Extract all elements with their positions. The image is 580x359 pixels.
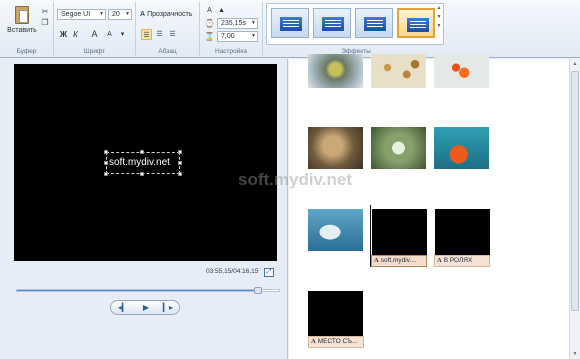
resize-handle[interactable] — [178, 172, 182, 176]
resize-handle[interactable] — [104, 172, 108, 176]
transparency-label: Прозрачность — [147, 11, 193, 18]
start-time-field[interactable]: 235,15s ▼ — [217, 18, 258, 29]
seek-thumb[interactable] — [254, 287, 263, 294]
resize-handle[interactable] — [178, 150, 182, 154]
caption-item[interactable]: A МЕСТО СЪ... — [308, 336, 364, 348]
effects-gallery — [266, 3, 444, 45]
seek-progress — [17, 290, 259, 291]
video-preview[interactable]: soft.mydiv.net — [14, 64, 277, 261]
font-size-value: 20 — [112, 11, 120, 18]
chevron-down-icon[interactable]: ▼ — [570, 351, 580, 357]
paste-icon[interactable] — [15, 6, 29, 24]
watermark-text: soft.mydiv.net — [238, 170, 352, 189]
clipboard-group: Вставить ✂ ❐ Буфер — [0, 2, 54, 56]
paste-button-label[interactable]: Вставить — [5, 27, 39, 34]
clip-thumbnail[interactable] — [434, 54, 489, 88]
caption-text: В РОЛЯХ — [443, 257, 473, 264]
transparency-icon: A — [140, 11, 146, 18]
chevron-down-icon: ▼ — [251, 33, 256, 39]
align-left-button[interactable]: ☰ — [141, 29, 152, 40]
align-center-button[interactable]: ☰ — [154, 29, 165, 40]
chevron-up-icon[interactable]: ▲ — [570, 61, 580, 67]
italic-button[interactable]: К — [70, 29, 81, 40]
background-color-icon[interactable]: A — [204, 5, 215, 16]
clipboard-group-label: Буфер — [16, 48, 37, 55]
effect-thumbnail[interactable] — [313, 8, 351, 38]
shrink-font-button[interactable]: A — [104, 29, 115, 40]
title-clip-thumbnail[interactable] — [435, 209, 490, 256]
caption-text: soft.mydiv.... — [380, 257, 417, 264]
caption-icon: A — [374, 257, 379, 264]
expand-gallery-icon[interactable]: ▼ — [435, 22, 443, 31]
caption-icon: A — [311, 338, 316, 345]
clip-thumbnail[interactable] — [308, 54, 363, 88]
playback-time: 03:55,15/04:16,15 — [206, 268, 259, 275]
caption-item[interactable]: AВ РОЛЯХ — [434, 255, 490, 267]
title-clip-thumbnail[interactable] — [308, 291, 363, 336]
font-family-select[interactable]: Segoe UI ▼ — [57, 9, 106, 20]
clip-thumbnail[interactable] — [308, 127, 363, 169]
effect-thumbnail[interactable] — [355, 8, 393, 38]
storyboard-scrollbar[interactable]: ▲ ▼ — [569, 59, 580, 359]
start-time-icon: ⌚ — [204, 19, 215, 28]
settings-group-label: Настройка — [215, 48, 247, 55]
text-color-icon[interactable]: ▲ — [216, 5, 227, 16]
effect-thumbnail[interactable] — [271, 8, 309, 38]
resize-handle[interactable] — [104, 150, 108, 154]
chevron-up-icon[interactable]: ▲ — [435, 4, 443, 13]
title-clip-thumbnail[interactable] — [372, 209, 427, 256]
seek-bar[interactable] — [16, 287, 280, 294]
gallery-scroll[interactable]: ▲ ▼ ▼ — [435, 4, 443, 42]
resize-handle[interactable] — [140, 150, 144, 154]
playback-controls: ◂▎ ▶ ▎▸ — [110, 300, 180, 315]
paragraph-group: A Прозрачность ☰ ☰ ☰ Абзац — [136, 2, 200, 56]
font-color-icon[interactable]: ▾ — [117, 29, 128, 40]
caption-item[interactable]: Asoft.mydiv.... — [371, 255, 427, 267]
next-frame-icon[interactable]: ▎▸ — [160, 302, 176, 313]
effect-thumbnail-selected[interactable] — [397, 8, 435, 38]
chevron-down-icon: ▼ — [251, 20, 256, 26]
fullscreen-icon[interactable]: ⤢ — [264, 268, 274, 277]
duration-icon: ⌛ — [204, 32, 215, 41]
play-icon[interactable]: ▶ — [138, 302, 154, 313]
chevron-down-icon: ▼ — [99, 11, 104, 17]
effect-preview-icon — [322, 17, 344, 31]
cut-icon[interactable]: ✂ — [40, 7, 50, 16]
ribbon: Вставить ✂ ❐ Буфер Segoe UI ▼ 20 ▼ Ж К A… — [0, 0, 580, 58]
caption-icon: A — [437, 257, 442, 264]
font-group-label: Шрифт — [83, 48, 106, 55]
duration-value: 7,00 — [221, 33, 235, 40]
scrollbar-thumb[interactable] — [571, 71, 579, 311]
copy-icon[interactable]: ❐ — [40, 18, 50, 27]
chevron-down-icon: ▼ — [125, 11, 130, 17]
caption-text: МЕСТО СЪ... — [317, 338, 358, 345]
effect-preview-icon — [407, 18, 429, 32]
clip-thumbnail[interactable] — [308, 209, 363, 251]
resize-handle[interactable] — [104, 161, 108, 165]
chevron-down-icon[interactable]: ▼ — [435, 13, 443, 22]
transparency-button[interactable]: A Прозрачность — [140, 11, 192, 18]
clip-thumbnail[interactable] — [371, 54, 426, 88]
bold-button[interactable]: Ж — [58, 29, 69, 40]
preview-pane: soft.mydiv.net 03:55,15/04:16,15 ⤢ ◂▎ ▶ … — [0, 59, 288, 359]
start-time-value: 235,15s — [221, 20, 246, 27]
paragraph-group-label: Абзац — [158, 48, 177, 55]
font-group: Segoe UI ▼ 20 ▼ Ж К A A ▾ Шрифт — [54, 2, 136, 56]
video-caption-text: soft.mydiv.net — [109, 157, 170, 168]
settings-group: A ▲ ⌚ 235,15s ▼ ⌛ 7,00 ▼ Настройка — [200, 2, 263, 56]
effect-preview-icon — [280, 17, 302, 31]
effect-preview-icon — [364, 17, 386, 31]
font-family-value: Segoe UI — [61, 11, 91, 18]
grow-font-button[interactable]: A — [89, 29, 100, 40]
duration-field[interactable]: 7,00 ▼ — [217, 31, 258, 42]
resize-handle[interactable] — [140, 172, 144, 176]
font-size-select[interactable]: 20 ▼ — [108, 9, 132, 20]
previous-frame-icon[interactable]: ◂▎ — [115, 302, 131, 313]
clip-thumbnail[interactable] — [371, 127, 426, 169]
align-right-button[interactable]: ☰ — [167, 29, 178, 40]
clip-thumbnail[interactable] — [434, 127, 489, 169]
resize-handle[interactable] — [178, 161, 182, 165]
